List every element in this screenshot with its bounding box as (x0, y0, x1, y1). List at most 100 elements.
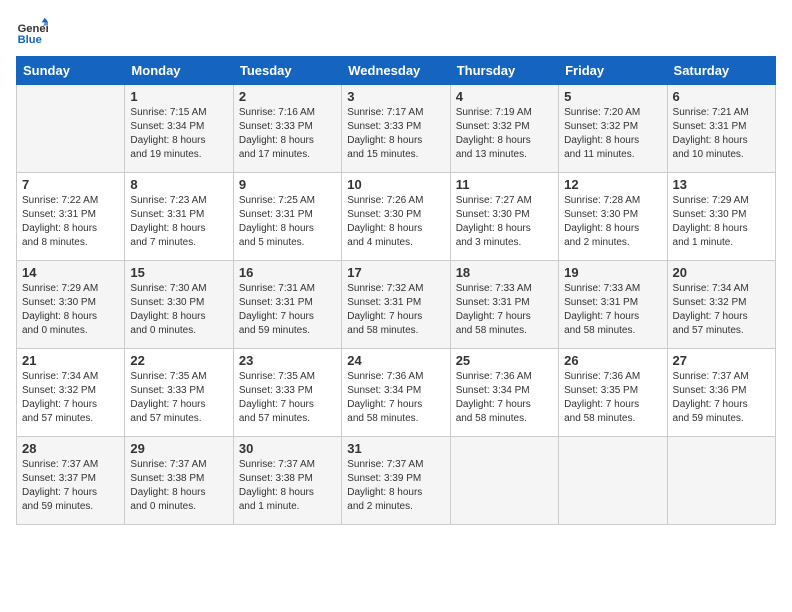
day-number: 15 (130, 265, 227, 280)
day-number: 14 (22, 265, 119, 280)
day-cell: 15 Sunrise: 7:30 AM Sunset: 3:30 PM Dayli… (125, 261, 233, 349)
day-cell: 8 Sunrise: 7:23 AM Sunset: 3:31 PM Daylig… (125, 173, 233, 261)
day-number: 5 (564, 89, 661, 104)
day-cell (17, 85, 125, 173)
day-info: Sunrise: 7:31 AM Sunset: 3:31 PM Dayligh… (239, 282, 336, 338)
day-number: 7 (22, 177, 119, 192)
day-cell: 24Sunrise: 7:36 AM Sunset: 3:34 PM Dayli… (342, 349, 450, 437)
day-cell: 17Sunrise: 7:32 AM Sunset: 3:31 PM Dayli… (342, 261, 450, 349)
day-cell: 26 Sunrise: 7:36 AM Sunset: 3:35 PM Dayli… (559, 349, 667, 437)
week-row-2: 7 Sunrise: 7:22 AM Sunset: 3:31 PM Daylig… (17, 173, 776, 261)
day-info: Sunrise: 7:23 AM Sunset: 3:31 PM Dayligh… (130, 194, 227, 250)
header-tuesday: Tuesday (233, 57, 341, 85)
page-header: General Blue (16, 16, 776, 48)
day-info: Sunrise: 7:36 AM Sunset: 3:34 PM Dayligh… (456, 370, 553, 426)
day-info: Sunrise: 7:34 AM Sunset: 3:32 PM Dayligh… (22, 370, 119, 426)
day-info: Sunrise: 7:33 AM Sunset: 3:31 PM Dayligh… (456, 282, 553, 338)
day-cell: 9 Sunrise: 7:25 AM Sunset: 3:31 PM Daylig… (233, 173, 341, 261)
day-cell: 11Sunrise: 7:27 AM Sunset: 3:30 PM Dayli… (450, 173, 558, 261)
week-row-5: 28 Sunrise: 7:37 AM Sunset: 3:37 PM Dayli… (17, 437, 776, 525)
day-number: 12 (564, 177, 661, 192)
day-info: Sunrise: 7:37 AM Sunset: 3:38 PM Dayligh… (130, 458, 227, 514)
day-info: Sunrise: 7:15 AM Sunset: 3:34 PM Dayligh… (130, 106, 227, 162)
day-info: Sunrise: 7:30 AM Sunset: 3:30 PM Dayligh… (130, 282, 227, 338)
header-wednesday: Wednesday (342, 57, 450, 85)
header-saturday: Saturday (667, 57, 775, 85)
day-number: 23 (239, 353, 336, 368)
day-cell: 10 Sunrise: 7:26 AM Sunset: 3:30 PM Dayli… (342, 173, 450, 261)
day-cell: 18 Sunrise: 7:33 AM Sunset: 3:31 PM Dayli… (450, 261, 558, 349)
day-number: 1 (130, 89, 227, 104)
day-cell: 20 Sunrise: 7:34 AM Sunset: 3:32 PM Dayli… (667, 261, 775, 349)
day-number: 25 (456, 353, 553, 368)
day-number: 30 (239, 441, 336, 456)
day-cell: 27 Sunrise: 7:37 AM Sunset: 3:36 PM Dayli… (667, 349, 775, 437)
header-monday: Monday (125, 57, 233, 85)
day-number: 11 (456, 177, 553, 192)
day-cell: 13 Sunrise: 7:29 AM Sunset: 3:30 PM Dayli… (667, 173, 775, 261)
day-cell: 29 Sunrise: 7:37 AM Sunset: 3:38 PM Dayli… (125, 437, 233, 525)
day-cell: 3 Sunrise: 7:17 AM Sunset: 3:33 PM Daylig… (342, 85, 450, 173)
day-cell: 14 Sunrise: 7:29 AM Sunset: 3:30 PM Dayli… (17, 261, 125, 349)
day-info: Sunrise: 7:37 AM Sunset: 3:37 PM Dayligh… (22, 458, 119, 514)
day-number: 13 (673, 177, 770, 192)
day-cell: 30 Sunrise: 7:37 AM Sunset: 3:38 PM Dayli… (233, 437, 341, 525)
header-thursday: Thursday (450, 57, 558, 85)
day-cell (667, 437, 775, 525)
day-number: 8 (130, 177, 227, 192)
day-info: Sunrise: 7:36 AM Sunset: 3:35 PM Dayligh… (564, 370, 661, 426)
day-cell: 4Sunrise: 7:19 AM Sunset: 3:32 PM Daylig… (450, 85, 558, 173)
day-cell: 5 Sunrise: 7:20 AM Sunset: 3:32 PM Daylig… (559, 85, 667, 173)
day-cell: 22Sunrise: 7:35 AM Sunset: 3:33 PM Dayli… (125, 349, 233, 437)
day-info: Sunrise: 7:17 AM Sunset: 3:33 PM Dayligh… (347, 106, 444, 162)
day-cell: 7 Sunrise: 7:22 AM Sunset: 3:31 PM Daylig… (17, 173, 125, 261)
day-number: 24 (347, 353, 444, 368)
day-cell: 19Sunrise: 7:33 AM Sunset: 3:31 PM Dayli… (559, 261, 667, 349)
week-row-4: 21Sunrise: 7:34 AM Sunset: 3:32 PM Dayli… (17, 349, 776, 437)
day-info: Sunrise: 7:22 AM Sunset: 3:31 PM Dayligh… (22, 194, 119, 250)
day-cell: 21Sunrise: 7:34 AM Sunset: 3:32 PM Dayli… (17, 349, 125, 437)
day-number: 18 (456, 265, 553, 280)
week-row-3: 14 Sunrise: 7:29 AM Sunset: 3:30 PM Dayli… (17, 261, 776, 349)
svg-text:General: General (18, 23, 48, 35)
header-friday: Friday (559, 57, 667, 85)
day-info: Sunrise: 7:34 AM Sunset: 3:32 PM Dayligh… (673, 282, 770, 338)
header-sunday: Sunday (17, 57, 125, 85)
day-number: 2 (239, 89, 336, 104)
day-number: 29 (130, 441, 227, 456)
logo: General Blue (16, 16, 52, 48)
day-cell: 12 Sunrise: 7:28 AM Sunset: 3:30 PM Dayli… (559, 173, 667, 261)
day-info: Sunrise: 7:19 AM Sunset: 3:32 PM Dayligh… (456, 106, 553, 162)
day-info: Sunrise: 7:26 AM Sunset: 3:30 PM Dayligh… (347, 194, 444, 250)
day-cell: 16Sunrise: 7:31 AM Sunset: 3:31 PM Dayli… (233, 261, 341, 349)
day-info: Sunrise: 7:37 AM Sunset: 3:38 PM Dayligh… (239, 458, 336, 514)
day-number: 3 (347, 89, 444, 104)
day-number: 27 (673, 353, 770, 368)
day-info: Sunrise: 7:28 AM Sunset: 3:30 PM Dayligh… (564, 194, 661, 250)
day-number: 31 (347, 441, 444, 456)
day-info: Sunrise: 7:29 AM Sunset: 3:30 PM Dayligh… (673, 194, 770, 250)
day-info: Sunrise: 7:37 AM Sunset: 3:39 PM Dayligh… (347, 458, 444, 514)
day-number: 6 (673, 89, 770, 104)
day-cell (559, 437, 667, 525)
day-info: Sunrise: 7:37 AM Sunset: 3:36 PM Dayligh… (673, 370, 770, 426)
day-info: Sunrise: 7:29 AM Sunset: 3:30 PM Dayligh… (22, 282, 119, 338)
day-number: 19 (564, 265, 661, 280)
day-cell: 6Sunrise: 7:21 AM Sunset: 3:31 PM Daylig… (667, 85, 775, 173)
day-info: Sunrise: 7:16 AM Sunset: 3:33 PM Dayligh… (239, 106, 336, 162)
day-number: 9 (239, 177, 336, 192)
day-info: Sunrise: 7:25 AM Sunset: 3:31 PM Dayligh… (239, 194, 336, 250)
day-info: Sunrise: 7:35 AM Sunset: 3:33 PM Dayligh… (239, 370, 336, 426)
calendar-header-row: SundayMondayTuesdayWednesdayThursdayFrid… (17, 57, 776, 85)
day-number: 10 (347, 177, 444, 192)
day-number: 28 (22, 441, 119, 456)
day-cell: 1 Sunrise: 7:15 AM Sunset: 3:34 PM Daylig… (125, 85, 233, 173)
week-row-1: 1 Sunrise: 7:15 AM Sunset: 3:34 PM Daylig… (17, 85, 776, 173)
day-cell: 2 Sunrise: 7:16 AM Sunset: 3:33 PM Daylig… (233, 85, 341, 173)
day-number: 20 (673, 265, 770, 280)
calendar-table: SundayMondayTuesdayWednesdayThursdayFrid… (16, 56, 776, 525)
svg-text:Blue: Blue (18, 34, 42, 46)
day-info: Sunrise: 7:35 AM Sunset: 3:33 PM Dayligh… (130, 370, 227, 426)
day-number: 26 (564, 353, 661, 368)
day-info: Sunrise: 7:20 AM Sunset: 3:32 PM Dayligh… (564, 106, 661, 162)
